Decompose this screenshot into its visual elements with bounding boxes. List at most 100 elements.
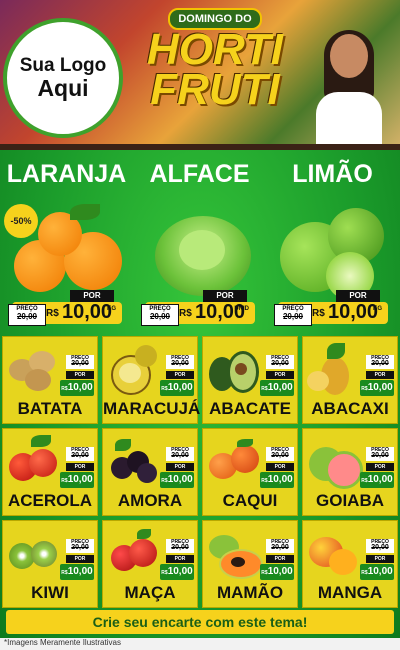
- apple-icon: [107, 527, 159, 579]
- price-tag: PREÇO 20,00 POR R$10,00: [60, 355, 94, 397]
- price-value: R$10,00: [360, 472, 394, 488]
- old-price: PREÇO 20,00: [66, 447, 94, 461]
- price-value: R$10,00: [360, 380, 394, 396]
- product-name: KIWI: [31, 583, 69, 602]
- cta-banner[interactable]: Crie seu encarte com este tema!: [6, 610, 394, 634]
- old-price: PREÇO 20,00: [266, 539, 294, 553]
- old-value: 20,00: [271, 452, 289, 459]
- por-label: POR: [366, 555, 394, 563]
- currency: R$: [312, 308, 325, 319]
- guava-icon: [307, 435, 363, 489]
- old-value: 20,00: [171, 452, 189, 459]
- passion-fruit-icon: [107, 343, 159, 395]
- por-label: POR: [266, 555, 294, 563]
- person-face: [330, 34, 368, 78]
- featured-item-limao[interactable]: LIMÃO POR PREÇO 20,00 R$ 10,00 KG: [266, 150, 399, 335]
- price: 10,00: [167, 474, 193, 485]
- old-value: 20,00: [71, 544, 89, 551]
- featured-item-laranja[interactable]: LARANJA -50% POR PREÇO 20,00 R$ 10,00 KG: [0, 150, 133, 335]
- currency: R$: [46, 308, 59, 319]
- price-value: R$10,00: [260, 472, 294, 488]
- product-card-abacaxi[interactable]: PREÇO 20,00 POR R$10,00 ABACAXI: [302, 336, 398, 424]
- por-label: POR: [66, 555, 94, 563]
- potato-icon: [7, 343, 59, 395]
- old-price: PREÇO 20,00: [366, 447, 394, 461]
- old-price: PREÇO 20,00: [274, 304, 312, 326]
- price: 10,00: [167, 382, 193, 393]
- por-label: POR: [366, 463, 394, 471]
- product-card-caqui[interactable]: PREÇO 20,00 POR R$10,00 CAQUI: [202, 428, 298, 516]
- price-value: R$10,00: [260, 380, 294, 396]
- price-value: R$10,00: [160, 380, 194, 396]
- person-shirt: [316, 92, 382, 150]
- price: 10,00: [367, 382, 393, 393]
- old-price: PREÇO 20,00: [66, 539, 94, 553]
- por-label: POR: [166, 555, 194, 563]
- product-card-kiwi[interactable]: PREÇO 20,00 POR R$10,00 KIWI: [2, 520, 98, 608]
- unit-label: UNID: [234, 306, 249, 312]
- product-name: ABACAXI: [311, 399, 389, 418]
- old-price: PREÇO 20,00: [8, 304, 46, 326]
- brand-line1: HORTI: [146, 25, 284, 74]
- product-card-abacate[interactable]: PREÇO 20,00 POR R$10,00 ABACATE: [202, 336, 298, 424]
- discount-badge: -50%: [4, 204, 38, 238]
- product-card-amora[interactable]: PREÇO 20,00 POR R$10,00 AMORA: [102, 428, 198, 516]
- price-tag: PREÇO 20,00 POR R$10,00: [360, 539, 394, 581]
- old-price: PREÇO 20,00: [166, 447, 194, 461]
- featured-item-alface[interactable]: ALFACE POR PREÇO 20,00 R$ 10,00 UNID: [133, 150, 266, 335]
- price: 10,00: [367, 566, 393, 577]
- price-tag: PREÇO 20,00 POR R$10,00: [160, 539, 194, 581]
- footnote: *Imagens Meramente Ilustrativas: [4, 638, 121, 647]
- price: 10,00: [167, 566, 193, 577]
- product-card-goiaba[interactable]: PREÇO 20,00 POR R$10,00 GOIABA: [302, 428, 398, 516]
- por-label: POR: [66, 371, 94, 379]
- price-value: R$10,00: [60, 380, 94, 396]
- blackberry-icon: [107, 435, 159, 487]
- product-name: MAÇA: [124, 583, 176, 602]
- old-value: 20,00: [149, 312, 171, 321]
- featured-name: LIMÃO: [292, 160, 373, 188]
- old-price: PREÇO 20,00: [141, 304, 179, 326]
- por-label: POR: [166, 463, 194, 471]
- price: 10,00: [267, 382, 293, 393]
- featured-price: POR PREÇO 20,00 R$ 10,00 UNID: [141, 290, 255, 326]
- mango-icon: [307, 527, 359, 579]
- brand-title: DOMINGO DO HORTI FRUTI: [140, 8, 290, 140]
- price-value: R$10,00: [60, 564, 94, 580]
- price-value: R$10,00: [160, 472, 194, 488]
- kiwi-icon: [7, 527, 59, 579]
- product-card-mamao[interactable]: PREÇO 20,00 POR R$10,00 MAMÃO: [202, 520, 298, 608]
- price-value: R$10,00: [60, 472, 94, 488]
- price: 10,00: [367, 474, 393, 485]
- currency: R$: [179, 308, 192, 319]
- old-value: 20,00: [71, 360, 89, 367]
- price-tag: PREÇO 20,00 POR R$10,00: [260, 539, 294, 581]
- product-card-acerola[interactable]: PREÇO 20,00 POR R$10,00 ACEROLA: [2, 428, 98, 516]
- old-value: 20,00: [371, 360, 389, 367]
- featured-price: POR PREÇO 20,00 R$ 10,00 KG: [274, 290, 388, 326]
- product-grid: PREÇO 20,00 POR R$10,00 BATATA PREÇO 20,00…: [2, 336, 398, 612]
- featured-name: LARANJA: [6, 160, 127, 188]
- old-value: 20,00: [282, 312, 304, 321]
- price-tag: PREÇO 20,00 POR R$10,00: [260, 447, 294, 489]
- lettuce-icon: [147, 202, 257, 297]
- product-name: BATATA: [17, 399, 83, 418]
- product-name: GOIABA: [316, 491, 384, 510]
- old-value: 20,00: [171, 360, 189, 367]
- old-price: PREÇO 20,00: [66, 355, 94, 369]
- acerola-icon: [7, 435, 59, 487]
- product-card-manga[interactable]: PREÇO 20,00 POR R$10,00 MANGA: [302, 520, 398, 608]
- product-name: ABACATE: [209, 399, 291, 418]
- old-value: 20,00: [271, 360, 289, 367]
- product-card-maca[interactable]: PREÇO 20,00 POR R$10,00 MAÇA: [102, 520, 198, 608]
- price-tag: PREÇO 20,00 POR R$10,00: [160, 447, 194, 489]
- unit-label: KG: [107, 306, 116, 312]
- product-name: MANGA: [317, 583, 383, 602]
- price: 10,00: [267, 566, 293, 577]
- product-card-maracuja[interactable]: PREÇO 20,00 POR R$10,00 MARACUJÁ: [102, 336, 200, 424]
- logo-placeholder: Sua Logo Aqui: [3, 18, 123, 138]
- old-price: PREÇO 20,00: [166, 355, 194, 369]
- por-label: POR: [266, 463, 294, 471]
- price-tag: PREÇO 20,00 POR R$10,00: [60, 539, 94, 581]
- product-card-batata[interactable]: PREÇO 20,00 POR R$10,00 BATATA: [2, 336, 98, 424]
